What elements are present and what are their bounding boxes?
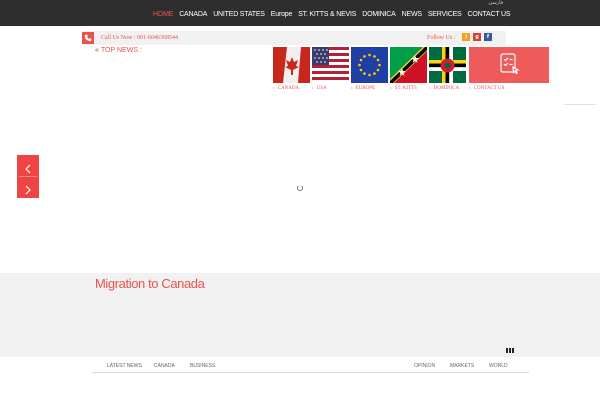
tab-world[interactable]: WORLD [489,363,508,369]
slider-next-icon[interactable] [23,182,33,195]
top-nav-bar: فارسی HOME CANADA UNITED STATES Europe S… [0,0,600,26]
nav-item-home[interactable]: HOME [150,8,176,22]
facebook-icon[interactable]: f [484,33,492,41]
flag-link-st-kitts[interactable]: › ST. KITTS [390,86,417,91]
divider-line [564,104,596,105]
dominica-flag-icon[interactable] [429,47,466,83]
nav-item-united-states[interactable]: UNITED STATES [210,8,268,22]
tab-latest-news[interactable]: LATEST NEWS [107,363,142,369]
follow-us-label: Follow Us : [427,35,456,41]
nav-item-europe[interactable]: Europe [268,8,295,22]
pause-bars-icon[interactable] [506,348,514,353]
nav-item-news[interactable]: NEWS [399,8,425,22]
st-kitts-flag-icon[interactable] [390,47,427,83]
main-nav: HOME CANADA UNITED STATES Europe ST. KIT… [150,8,513,22]
slider-divider [19,176,37,177]
flag-link-canada[interactable]: › CANADA [273,86,299,91]
news-tabs: LATEST NEWS CANADA BUSINESS OPINION MARK… [92,360,529,373]
contact-us-tile[interactable] [469,47,549,83]
nav-item-canada[interactable]: CANADA [176,8,210,22]
slider-nav [17,155,39,198]
top-news-label: «TOP NEWS : [95,47,142,54]
language-switch-link[interactable]: فارسی [488,0,503,6]
nav-item-st-kitts-nevis[interactable]: ST. KITTS & NEVIS [295,8,359,22]
flag-link-europe[interactable]: › EUROPE [351,86,375,91]
flag-link-usa[interactable]: › USA [312,86,327,91]
phone-icon [82,32,94,44]
nav-item-services[interactable]: SERVICES [425,8,465,22]
contact-bar: Call Us Now : 001-6046368544 Follow Us :… [82,31,506,45]
nav-item-dominica[interactable]: DOMINICA [359,8,398,22]
canada-flag-icon[interactable] [273,47,310,83]
call-us-text: Call Us Now : 001-6046368544 [101,35,178,41]
google-plus-icon[interactable]: g [473,33,481,41]
checklist-icon [497,51,521,80]
flag-link-dominica[interactable]: › DOMINICA [429,86,459,91]
slider-prev-icon[interactable] [23,161,33,174]
loading-spinner-icon [297,185,303,191]
tab-canada[interactable]: CANADA [154,363,175,369]
tab-business[interactable]: BUSINESS [190,363,215,369]
top-news-text: TOP NEWS : [100,47,142,54]
tab-opinion[interactable]: OPINION [414,363,435,369]
tab-markets[interactable]: MARKETS [450,363,474,369]
flag-link-contact-us[interactable]: › CONTACT US [469,86,504,91]
section-title: Migration to Canada [95,276,205,291]
eu-flag-icon[interactable] [351,47,388,83]
rss-icon[interactable]: ) [462,33,470,41]
quote-mark: « [95,47,99,54]
featured-section [0,273,600,357]
nav-item-contact-us[interactable]: CONTACT US [465,8,514,22]
usa-flag-icon[interactable] [312,47,349,83]
